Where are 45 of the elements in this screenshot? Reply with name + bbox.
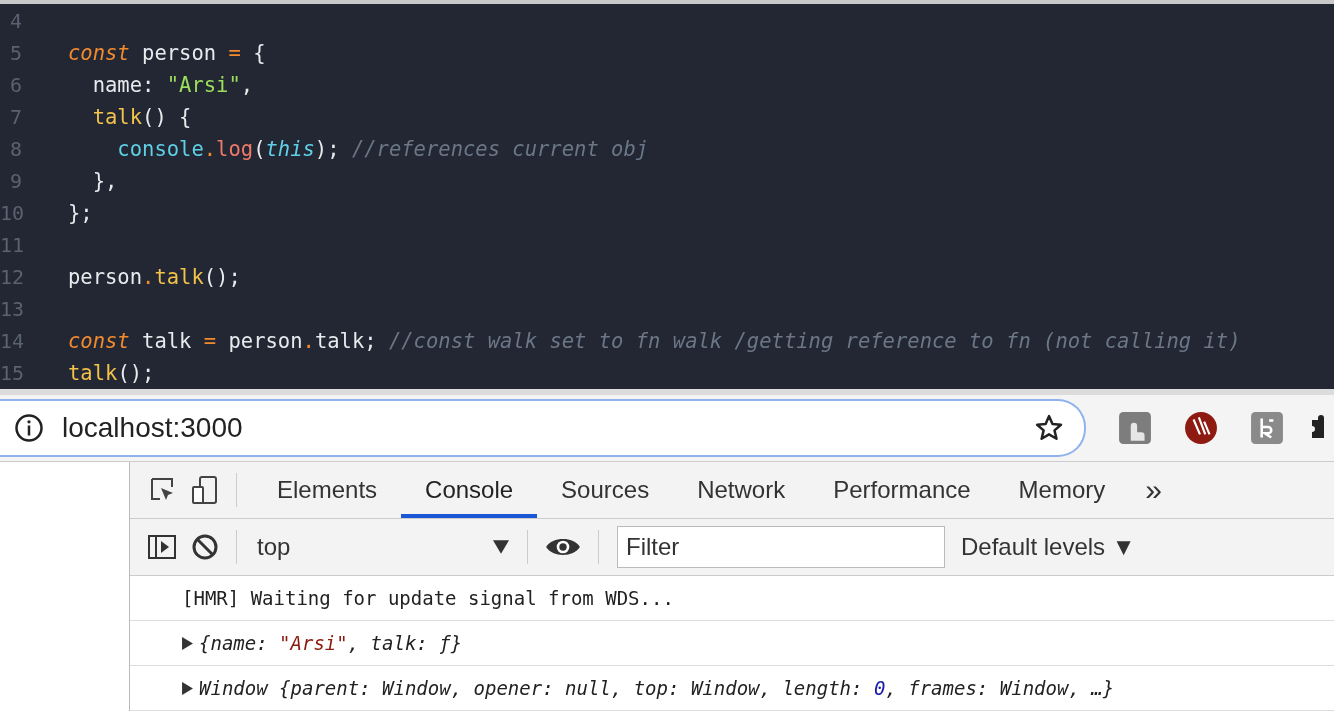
devtools-tab[interactable]: Memory [994, 462, 1130, 518]
line-number: 10 [0, 201, 22, 225]
more-tabs-button[interactable]: » [1129, 462, 1178, 518]
expand-arrow-icon[interactable] [182, 681, 193, 695]
devtools-tab[interactable]: Performance [809, 462, 995, 518]
line-number: 15 [0, 361, 22, 385]
code-line: talk() { [91, 105, 192, 129]
devtools-tab[interactable]: Sources [537, 462, 674, 518]
extension-icon[interactable] [1184, 411, 1218, 445]
line-number: 4 [8, 9, 22, 33]
extension-icon[interactable] [1118, 411, 1152, 445]
levels-dropdown[interactable]: Default levels ▼ [955, 532, 1142, 562]
device-icon[interactable] [190, 475, 220, 505]
line-number: 7 [8, 105, 22, 129]
line-number: 12 [0, 265, 22, 289]
line-number: 8 [8, 137, 22, 161]
line-number: 5 [8, 41, 22, 65]
code-line: name: "Arsi", [91, 73, 254, 97]
expand-arrow-icon[interactable] [182, 636, 193, 650]
code-line: }, [91, 169, 118, 193]
line-number: 9 [8, 169, 22, 193]
code-line: console.log(this); //references current obj [116, 137, 649, 161]
dropdown-arrow-icon [493, 540, 509, 554]
code-line: talk(); [68, 361, 155, 385]
star-icon[interactable] [1034, 413, 1064, 443]
url-text: localhost:3000 [62, 412, 243, 444]
console-message[interactable]: Window {parent: Window, opener: null, top: Window, length: 0, frames: Window, …} [199, 677, 1115, 699]
filter-field[interactable]: Filter [617, 526, 945, 568]
devtools-tab[interactable]: Network [673, 462, 810, 518]
console-message: [HMR] Waiting for update signal from WDS... [182, 587, 674, 609]
clear-icon[interactable] [190, 532, 220, 562]
code-line: const talk = person.talk; //const walk set to fn walk /getting reference to fn (not calling it) [68, 329, 1241, 353]
devtools-tab[interactable]: Elements [253, 462, 402, 518]
code-line: person.talk(); [68, 265, 241, 289]
line-number: 14 [0, 329, 22, 353]
code-line: const person = { [68, 41, 266, 65]
line-number: 11 [0, 233, 22, 257]
line-number: 13 [0, 297, 22, 321]
address-field[interactable]: localhost:3000 [0, 399, 1086, 457]
line-number: 6 [8, 73, 22, 97]
sidebar-toggle-icon[interactable] [146, 532, 178, 562]
console-message[interactable]: {name: "Arsi", talk: ƒ} [199, 632, 463, 654]
info-icon[interactable] [14, 413, 44, 443]
context-dropdown[interactable]: top [253, 533, 523, 561]
code-line: }; [68, 201, 93, 225]
